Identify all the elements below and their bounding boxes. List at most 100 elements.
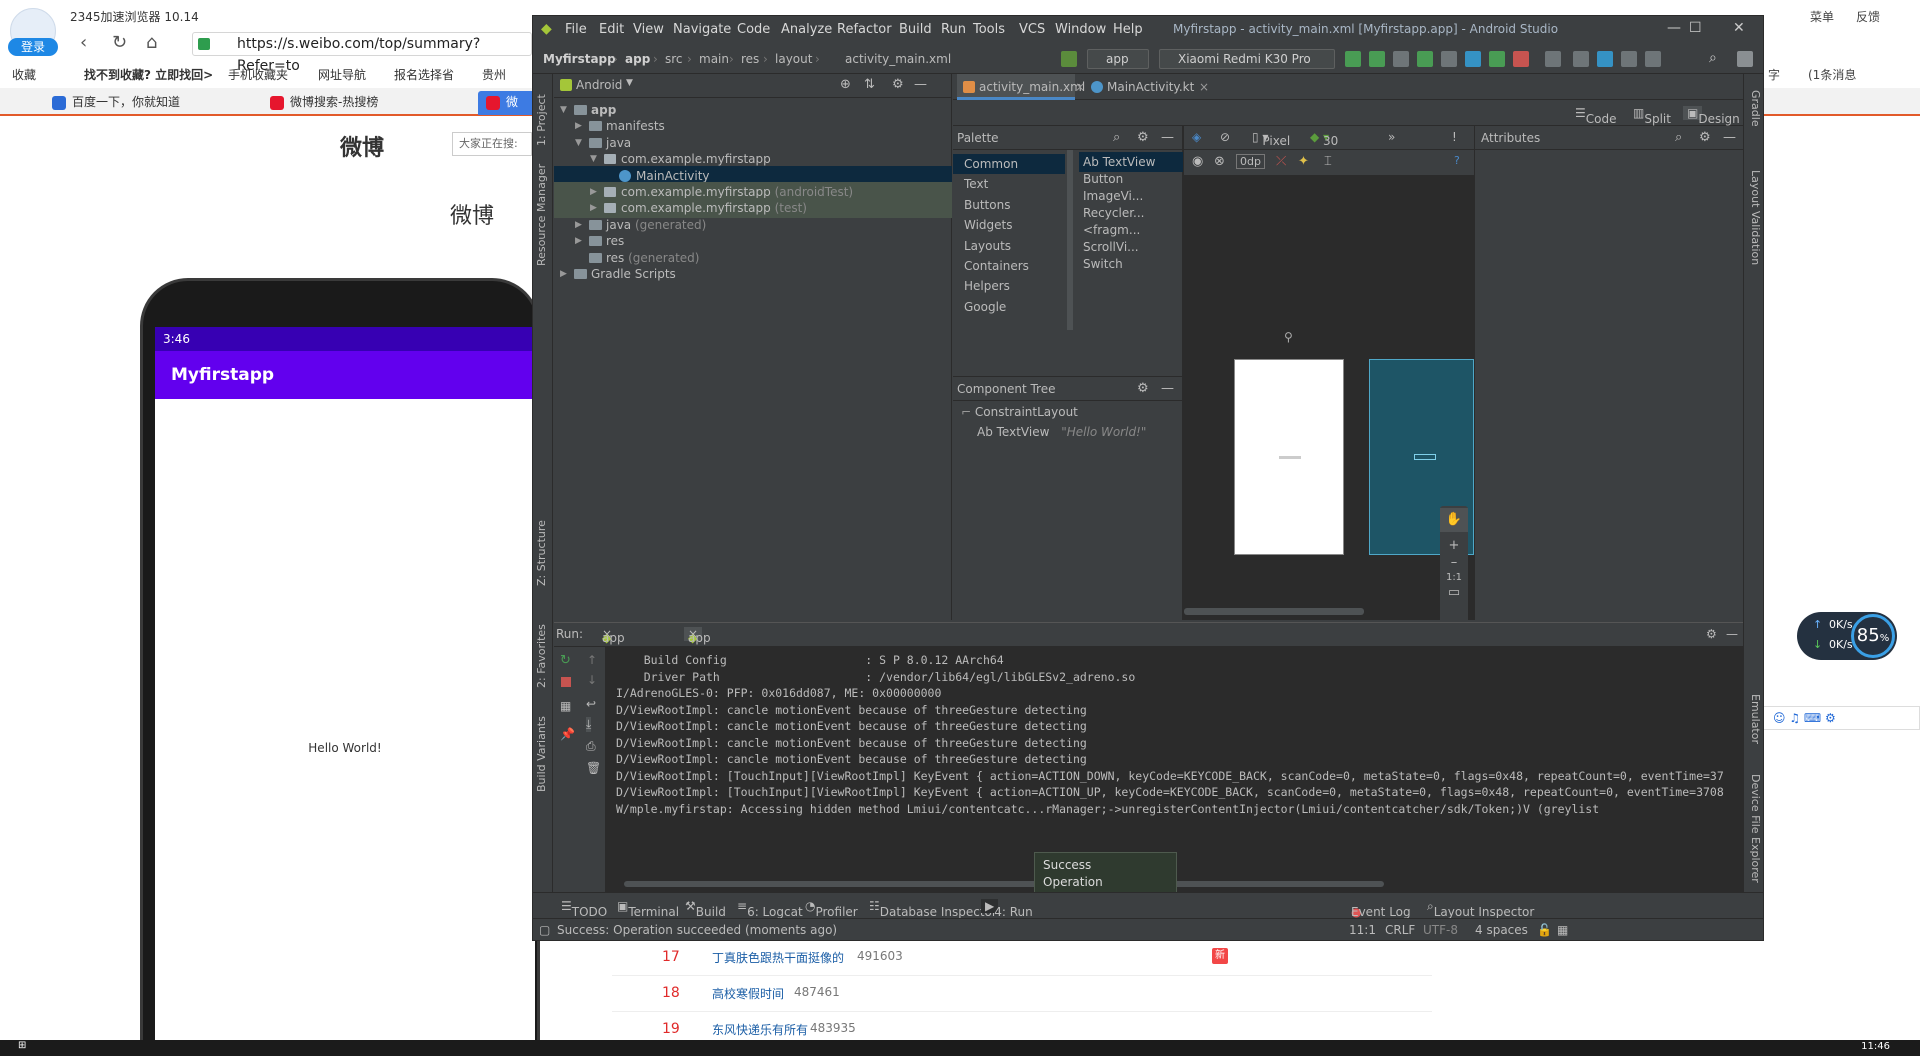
code-mode-button[interactable]: ☰ Code	[1575, 106, 1617, 126]
device-select-button[interactable]: ▯ Pixel ▾	[1252, 130, 1290, 148]
structure-tool-button[interactable]: Z: Structure	[535, 520, 548, 586]
menu-window[interactable]: Window	[1055, 22, 1106, 37]
profiler-tool-button[interactable]: ◔ Profiler	[805, 899, 858, 919]
design-preview[interactable]	[1234, 359, 1344, 555]
back-icon[interactable]: ‹	[80, 32, 87, 53]
run-console[interactable]: Build Config : S P 8.0.12 AArch64 Driver…	[608, 647, 1743, 877]
menu-file[interactable]: File	[565, 22, 587, 37]
device-select[interactable]: Xiaomi Redmi K30 Pro	[1159, 49, 1335, 69]
build-tool-button[interactable]: ⚒ Build	[685, 899, 726, 919]
component-tree-item[interactable]: ⌐ ConstraintLayout	[961, 405, 1078, 419]
layout-icon[interactable]: ▦	[560, 699, 571, 713]
bookmark-item[interactable]: 报名选择省	[394, 66, 454, 83]
hammer-build-icon[interactable]	[1061, 51, 1077, 67]
design-mode-button[interactable]: ▣ Design	[1683, 106, 1740, 126]
maximize-icon[interactable]: ☐	[1689, 20, 1702, 36]
scroll-to-end-icon[interactable]: ⤓	[586, 717, 592, 732]
default-margin-button[interactable]: 0dp	[1236, 154, 1265, 169]
menu-vcs[interactable]: VCS	[1019, 22, 1045, 37]
textview-preview[interactable]	[1279, 456, 1301, 459]
browser-tab-active[interactable]: 微	[478, 91, 538, 115]
stop-icon[interactable]	[561, 677, 571, 687]
run-tool-button[interactable]: ▶ 4: Run	[981, 899, 1033, 919]
hide-panel-icon[interactable]: —	[914, 77, 927, 92]
bookmark-item[interactable]: 贵州	[482, 66, 506, 83]
gear-icon[interactable]: ⚙	[1706, 627, 1717, 641]
clear-constraints-icon[interactable]: ⤫	[1276, 154, 1286, 169]
hot-list-item[interactable]: 17 丁真肤色跟热干面挺像的 491603 新	[612, 940, 1432, 976]
zoom-actual-icon[interactable]: 1:1	[1440, 572, 1468, 583]
menu-build[interactable]: Build	[899, 22, 932, 37]
bookmark-item[interactable]: 收藏	[12, 66, 36, 83]
hot-list-item[interactable]: 18 高校寒假时间 487461	[612, 976, 1432, 1012]
weibo-search-input[interactable]: 大家正在搜:	[452, 132, 532, 156]
favorites-tool-button[interactable]: 2: Favorites	[535, 624, 548, 688]
menu-tools[interactable]: Tools	[973, 22, 1005, 37]
profile-icon[interactable]	[1441, 51, 1457, 67]
palette-widget-item[interactable]: Switch	[1079, 254, 1183, 274]
palette-category[interactable]: Buttons	[953, 195, 1065, 215]
gear-icon[interactable]: ⚙	[892, 77, 904, 92]
horizontal-scrollbar[interactable]	[1184, 608, 1364, 615]
hot-title[interactable]: 高校寒假时间	[712, 985, 784, 1002]
hide-panel-icon[interactable]: —	[1161, 377, 1174, 401]
network-speed-widget[interactable]: ↑ 0K/s ↓ 0K/s 85%	[1797, 612, 1897, 660]
run-tab-active[interactable]: ◆ app ×	[684, 627, 711, 645]
layout-validation-tool-button[interactable]: Layout Validation	[1749, 170, 1762, 265]
lock-icon[interactable]: 🔓	[1537, 923, 1552, 937]
gear-icon[interactable]: ⚙	[1699, 126, 1711, 150]
breadcrumb-module[interactable]: app	[625, 52, 650, 66]
infer-constraints-icon[interactable]: ✦	[1298, 154, 1309, 169]
status-message[interactable]: Success: Operation succeeded (moments ag…	[557, 923, 837, 937]
close-tab-icon[interactable]: ×	[1075, 74, 1085, 100]
database-inspector-tool-button[interactable]: ☷ Database Inspector	[869, 899, 997, 919]
line-separator[interactable]: CRLF	[1385, 923, 1415, 937]
assistant-icon[interactable]	[1645, 51, 1661, 67]
breadcrumb-res[interactable]: res	[741, 52, 759, 66]
console-horizontal-scrollbar[interactable]	[624, 881, 1384, 887]
down-arrow-icon[interactable]: ↓	[587, 673, 597, 687]
tab-main-activity[interactable]: MainActivity.kt ×	[1085, 74, 1209, 100]
collapse-all-icon[interactable]: ⇅	[864, 77, 875, 92]
message-label[interactable]: (1条消息	[1808, 66, 1856, 83]
breadcrumb-file[interactable]: activity_main.xml	[845, 52, 951, 66]
login-button[interactable]: 登录	[8, 38, 58, 56]
bookmark-item[interactable]: 手机收藏夹	[228, 66, 288, 83]
gradle-tool-button[interactable]: Gradle	[1749, 90, 1762, 127]
search-icon[interactable]: ⌕	[1113, 126, 1120, 150]
memory-indicator-icon[interactable]: ▦	[1557, 923, 1568, 937]
feedback-label[interactable]: 反馈	[1856, 8, 1880, 25]
emulator-tool-button[interactable]: Emulator	[1749, 694, 1762, 744]
coverage-icon[interactable]	[1489, 51, 1505, 67]
indent-setting[interactable]: 4 spaces	[1475, 923, 1528, 937]
guidelines-icon[interactable]: ⌶	[1324, 154, 1332, 169]
status-toggle-icon[interactable]: ▢	[539, 923, 550, 937]
debug-icon[interactable]	[1417, 51, 1433, 67]
breadcrumb-layout[interactable]: layout	[775, 52, 812, 66]
hot-title[interactable]: 东风快递乐有所有	[712, 1021, 808, 1038]
rerun-icon[interactable]: ↻	[560, 653, 571, 668]
taskbar-clock[interactable]: 11:46	[1861, 1041, 1890, 1052]
windows-start-icon[interactable]: ⊞	[18, 1040, 26, 1051]
textview-blueprint[interactable]	[1414, 454, 1436, 460]
help-icon[interactable]: ?	[1454, 154, 1460, 167]
pin-tab-icon[interactable]: 📌	[560, 727, 575, 741]
address-bar[interactable]: https://s.weibo.com/top/summary?Refer=to	[192, 32, 532, 74]
hot-title[interactable]: 丁真肤色跟热干面挺像的	[712, 949, 844, 966]
chevron-down-icon[interactable]: ▼	[626, 78, 633, 88]
run-tab[interactable]: ◆ app ×	[602, 627, 625, 645]
design-blueprint-toggle-icon[interactable]: ◈	[1192, 130, 1201, 144]
zoom-in-icon[interactable]: +	[1440, 538, 1468, 553]
menu-view[interactable]: View	[633, 22, 664, 37]
palette-category[interactable]: Containers	[953, 256, 1065, 276]
trash-icon[interactable]: 🗑	[586, 761, 601, 775]
magnet-icon[interactable]: ⊗	[1214, 154, 1225, 169]
palette-category[interactable]: Google	[953, 297, 1065, 317]
menu-help[interactable]: Help	[1113, 22, 1143, 37]
locate-file-icon[interactable]: ⊕	[840, 77, 851, 92]
print-icon[interactable]: ⎙	[586, 739, 596, 754]
success-toast[interactable]: Success Operation succeeded	[1034, 852, 1177, 906]
ime-tools-icon[interactable]: ☺ ♫ ⌨ ⚙	[1773, 707, 1836, 729]
component-tree-item[interactable]: Ab TextView "Hello World!"	[977, 425, 1146, 439]
run-config-select[interactable]: app	[1087, 49, 1149, 69]
